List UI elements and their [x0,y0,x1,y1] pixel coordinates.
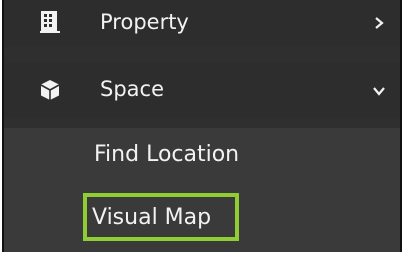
submenu-item-find-location-label: Find Location [94,142,240,167]
menu-item-property-label: Property [100,10,189,34]
submenu-item-visual-map[interactable]: Visual Map [4,186,400,252]
building-icon [40,11,60,33]
chevron-down-icon[interactable] [372,84,386,98]
menu-item-property[interactable]: Property [4,0,400,47]
submenu-item-find-location[interactable]: Find Location [4,128,400,186]
submenu-item-visual-map-label: Visual Map [92,205,212,230]
menu-item-space[interactable]: Space [4,63,400,118]
chevron-right-icon[interactable] [372,16,386,30]
menu-item-space-label: Space [100,77,164,101]
cube-icon [40,80,60,100]
navigation-menu: Property Space Find Location Visual Map [2,0,402,252]
